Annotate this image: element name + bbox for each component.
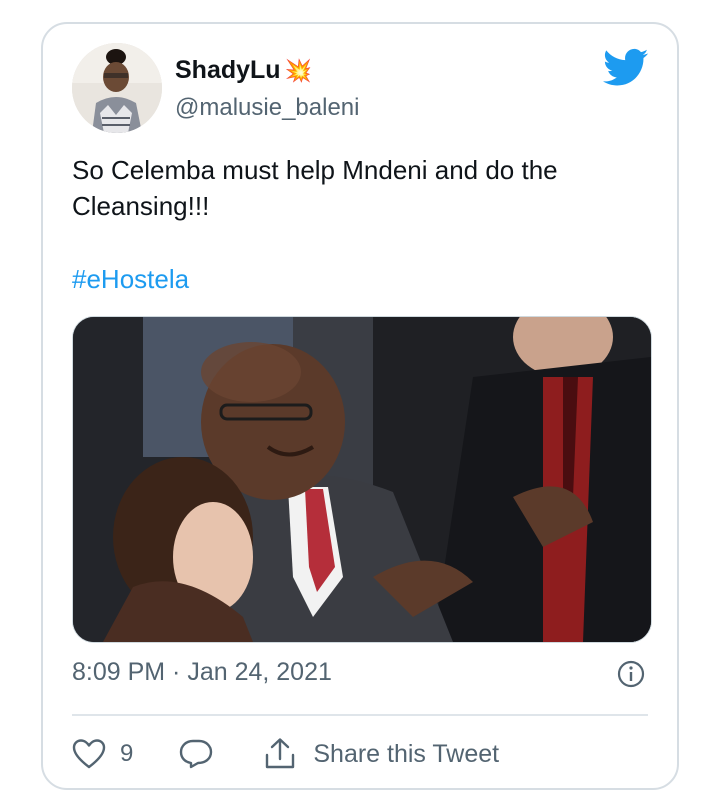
tweet-timestamp[interactable]: 8:09 PM · Jan 24, 2021 (72, 658, 332, 687)
share-button[interactable]: Share this Tweet (263, 737, 499, 771)
hashtag-link[interactable]: #eHostela (72, 264, 189, 295)
share-label: Share this Tweet (313, 739, 500, 768)
like-count: 9 (120, 740, 134, 767)
reply-button[interactable] (179, 738, 213, 770)
tweet-actions: 9 Share this Tweet (72, 732, 499, 776)
tweet-card[interactable]: ShadyLu 💥 @malusie_baleni So Celemba mus… (41, 22, 679, 790)
reply-bubble-icon (180, 739, 213, 769)
divider (72, 714, 648, 716)
tweet-photo[interactable] (72, 316, 652, 643)
info-icon[interactable] (617, 660, 645, 688)
name-emoji: 💥 (284, 57, 312, 83)
share-icon (266, 738, 295, 769)
photo-image (73, 317, 651, 642)
like-button[interactable]: 9 (72, 738, 133, 770)
author-name-row[interactable]: ShadyLu 💥 (175, 56, 312, 85)
tweet-text: So Celemba must help Mndeni and do the C… (72, 155, 558, 221)
avatar[interactable] (72, 43, 162, 133)
twitter-bird-icon[interactable] (603, 48, 649, 88)
display-name[interactable]: ShadyLu (175, 56, 281, 85)
avatar-image (72, 43, 162, 133)
heart-icon (72, 739, 106, 769)
user-handle[interactable]: @malusie_baleni (175, 94, 359, 122)
